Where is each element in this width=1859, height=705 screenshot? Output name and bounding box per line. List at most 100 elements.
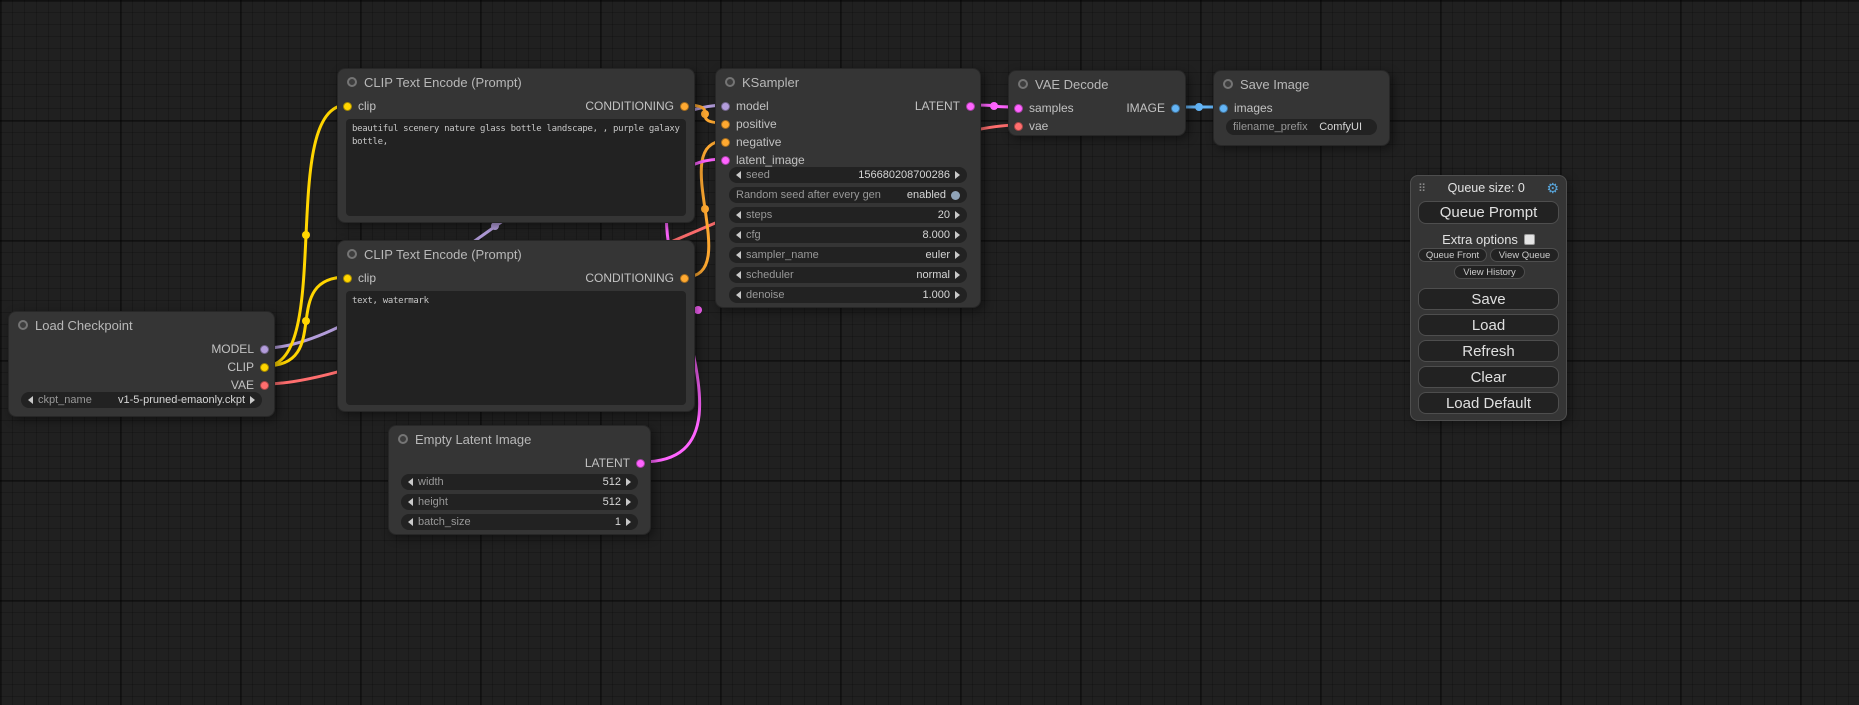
output-slot-model[interactable]: [260, 345, 269, 354]
input-slot-model[interactable]: [721, 102, 730, 111]
increment-icon[interactable]: [626, 518, 631, 526]
graph-canvas[interactable]: { "colors": { "model": "#B39DDB", "clip"…: [0, 0, 1859, 705]
decrement-icon[interactable]: [736, 231, 741, 239]
save-button[interactable]: Save: [1418, 288, 1559, 310]
queue-front-button[interactable]: Queue Front: [1418, 248, 1487, 262]
increment-icon[interactable]: [955, 211, 960, 219]
input-slot-clip[interactable]: [343, 102, 352, 111]
increment-icon[interactable]: [955, 291, 960, 299]
node-header[interactable]: Save Image: [1214, 71, 1389, 97]
collapse-toggle-icon[interactable]: [347, 77, 357, 87]
widget-sampler-name[interactable]: sampler_name euler: [729, 247, 967, 263]
decrement-icon[interactable]: [408, 478, 413, 486]
next-value-icon[interactable]: [250, 396, 255, 404]
widget-value: 512: [603, 474, 621, 490]
widget-scheduler[interactable]: scheduler normal: [729, 267, 967, 283]
widget-label: seed: [746, 167, 770, 183]
output-slot-latent[interactable]: [966, 102, 975, 111]
collapse-toggle-icon[interactable]: [1018, 79, 1028, 89]
widget-label: width: [418, 474, 444, 490]
decrement-icon[interactable]: [736, 291, 741, 299]
prev-value-icon[interactable]: [736, 271, 741, 279]
prompt-textarea[interactable]: beautiful scenery nature glass bottle la…: [346, 119, 686, 216]
view-history-button[interactable]: View History: [1454, 265, 1525, 279]
output-slot-latent[interactable]: [636, 459, 645, 468]
widget-label: filename_prefix: [1233, 119, 1308, 135]
input-slot-positive[interactable]: [721, 120, 730, 129]
extra-options-checkbox[interactable]: [1524, 234, 1535, 245]
prompt-textarea[interactable]: text, watermark: [346, 291, 686, 405]
widget-seed[interactable]: seed 156680208700286: [729, 167, 967, 183]
widget-label: sampler_name: [746, 247, 819, 263]
node-header[interactable]: CLIP Text Encode (Prompt): [338, 69, 694, 95]
settings-gear-icon[interactable]: ⚙: [1546, 181, 1559, 195]
output-slot-conditioning[interactable]: [680, 102, 689, 111]
increment-icon[interactable]: [626, 478, 631, 486]
input-slot-vae[interactable]: [1014, 122, 1023, 131]
widget-label: Random seed after every gen: [736, 187, 881, 203]
output-label-conditioning: CONDITIONING: [585, 99, 674, 113]
widget-cfg[interactable]: cfg 8.000: [729, 227, 967, 243]
widget-value: 8.000: [922, 227, 950, 243]
clear-button[interactable]: Clear: [1418, 366, 1559, 388]
widget-width[interactable]: width 512: [401, 474, 638, 490]
collapse-toggle-icon[interactable]: [725, 77, 735, 87]
widget-denoise[interactable]: denoise 1.000: [729, 287, 967, 303]
next-value-icon[interactable]: [955, 271, 960, 279]
view-queue-button[interactable]: View Queue: [1490, 248, 1559, 262]
decrement-icon[interactable]: [736, 171, 741, 179]
output-label-model: MODEL: [211, 342, 254, 356]
collapse-toggle-icon[interactable]: [1223, 79, 1233, 89]
output-label-vae: VAE: [231, 378, 254, 392]
refresh-button[interactable]: Refresh: [1418, 340, 1559, 362]
queue-prompt-button[interactable]: Queue Prompt: [1418, 201, 1559, 224]
decrement-icon[interactable]: [408, 498, 413, 506]
decrement-icon[interactable]: [408, 518, 413, 526]
prev-value-icon[interactable]: [28, 396, 33, 404]
output-slot-image[interactable]: [1171, 104, 1180, 113]
node-title: VAE Decode: [1035, 77, 1108, 92]
node-header[interactable]: KSampler: [716, 69, 980, 95]
node-vae-decode: VAE Decode samples IMAGE vae: [1008, 70, 1186, 136]
widget-label: scheduler: [746, 267, 794, 283]
widget-value: v1-5-pruned-emaonly.ckpt: [118, 392, 245, 408]
widget-batch-size[interactable]: batch_size 1: [401, 514, 638, 530]
widget-filename-prefix[interactable]: filename_prefix ComfyUI: [1226, 119, 1377, 135]
widget-steps[interactable]: steps 20: [729, 207, 967, 223]
collapse-toggle-icon[interactable]: [347, 249, 357, 259]
output-slot-clip[interactable]: [260, 363, 269, 372]
output-slot-vae[interactable]: [260, 381, 269, 390]
next-value-icon[interactable]: [955, 251, 960, 259]
increment-icon[interactable]: [955, 171, 960, 179]
link-midpoint-dot: [491, 222, 499, 230]
increment-icon[interactable]: [955, 231, 960, 239]
output-slot-conditioning[interactable]: [680, 274, 689, 283]
drag-handle-icon[interactable]: ⠿: [1418, 182, 1426, 195]
widget-height[interactable]: height 512: [401, 494, 638, 510]
input-label-model: model: [736, 99, 769, 113]
output-label-clip: CLIP: [227, 360, 254, 374]
collapse-toggle-icon[interactable]: [398, 434, 408, 444]
node-header[interactable]: CLIP Text Encode (Prompt): [338, 241, 694, 267]
input-label-samples: samples: [1029, 101, 1074, 115]
input-slot-negative[interactable]: [721, 138, 730, 147]
prev-value-icon[interactable]: [736, 251, 741, 259]
input-slot-samples[interactable]: [1014, 104, 1023, 113]
output-label-conditioning: CONDITIONING: [585, 271, 674, 285]
widget-ckpt-name[interactable]: ckpt_name v1-5-pruned-emaonly.ckpt: [21, 392, 262, 408]
increment-icon[interactable]: [626, 498, 631, 506]
node-header[interactable]: VAE Decode: [1009, 71, 1185, 97]
link-midpoint-dot: [701, 205, 709, 213]
load-button[interactable]: Load: [1418, 314, 1559, 336]
node-header[interactable]: Empty Latent Image: [389, 426, 650, 452]
toggle-ball-icon[interactable]: [951, 191, 960, 200]
input-slot-images[interactable]: [1219, 104, 1228, 113]
widget-label: height: [418, 494, 448, 510]
input-slot-clip[interactable]: [343, 274, 352, 283]
node-header[interactable]: Load Checkpoint: [9, 312, 274, 338]
load-default-button[interactable]: Load Default: [1418, 392, 1559, 414]
input-slot-latent-image[interactable]: [721, 156, 730, 165]
collapse-toggle-icon[interactable]: [18, 320, 28, 330]
decrement-icon[interactable]: [736, 211, 741, 219]
widget-random-seed-toggle[interactable]: Random seed after every gen enabled: [729, 187, 967, 203]
